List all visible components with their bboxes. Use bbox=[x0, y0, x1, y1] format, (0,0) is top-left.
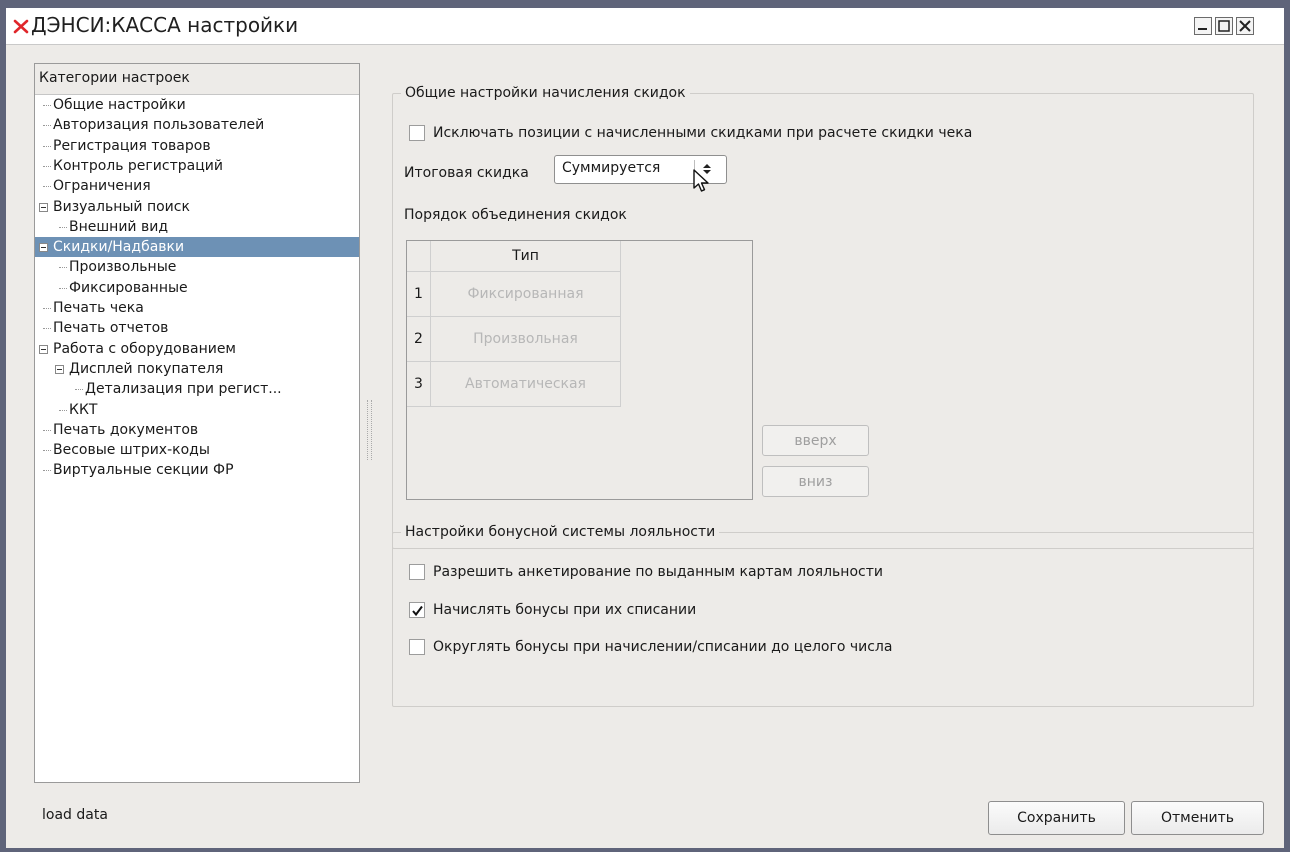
total-discount-label: Итоговая скидка bbox=[404, 165, 529, 181]
tree-item-label: Контроль регистраций bbox=[53, 157, 223, 174]
tree-item-label: Работа с оборудованием bbox=[53, 340, 236, 357]
tree-item[interactable]: ККТ bbox=[35, 400, 359, 420]
tree-connector bbox=[59, 226, 67, 228]
move-down-button[interactable]: вниз bbox=[762, 466, 869, 497]
tree-item[interactable]: Дисплей покупателя bbox=[35, 359, 359, 379]
title-bar[interactable]: ДЭНСИ:КАССА настройки bbox=[6, 8, 1284, 45]
tree-connector bbox=[43, 328, 51, 330]
tree-item[interactable]: Ограничения bbox=[35, 176, 359, 196]
row-number: 1 bbox=[407, 272, 431, 317]
collapse-icon[interactable] bbox=[39, 202, 48, 212]
discount-order-table[interactable]: Тип 1 Фиксированная 2 Произвольная 3 Авт… bbox=[406, 240, 753, 500]
row-number: 2 bbox=[407, 317, 431, 362]
tree-item-label: ККТ bbox=[69, 401, 98, 418]
tree-connector bbox=[43, 145, 51, 147]
total-discount-value: Суммируется bbox=[562, 160, 661, 176]
tree-item-label: Визуальный поиск bbox=[53, 198, 190, 215]
app-x-icon bbox=[13, 19, 29, 34]
tree-item[interactable]: Печать чека bbox=[35, 298, 359, 318]
close-icon bbox=[1239, 20, 1251, 32]
tree-item-label: Детализация при регист... bbox=[85, 381, 282, 398]
tree-item[interactable]: Работа с оборудованием bbox=[35, 339, 359, 359]
tree-item-label: Ограничения bbox=[53, 178, 151, 195]
tree-connector bbox=[59, 267, 67, 269]
tree-item-label: Печать отчетов bbox=[53, 320, 169, 337]
tree-item-label: Печать чека bbox=[53, 300, 144, 316]
tree-connector bbox=[75, 389, 83, 391]
tree-connector bbox=[43, 308, 51, 309]
tree-connector bbox=[43, 450, 51, 452]
checkbox-box bbox=[409, 564, 425, 580]
tree-item[interactable]: Виртуальные секции ФР bbox=[35, 460, 359, 480]
collapse-icon[interactable] bbox=[55, 364, 64, 374]
tree-item-label: Произвольные bbox=[69, 259, 177, 276]
maximize-button[interactable] bbox=[1215, 17, 1233, 35]
tree-item-label: Внешний вид bbox=[69, 218, 169, 235]
tree-item-label: Авторизация пользователей bbox=[53, 117, 265, 134]
collapse-icon[interactable] bbox=[39, 344, 48, 354]
tree-connector bbox=[43, 429, 51, 431]
tree-item[interactable]: Печать документов bbox=[35, 420, 359, 440]
table-header-type: Тип bbox=[431, 241, 621, 272]
checkbox-box bbox=[409, 125, 425, 141]
tree-item[interactable]: Произвольные bbox=[35, 257, 359, 277]
merge-order-label: Порядок объединения скидок bbox=[404, 207, 627, 223]
tree-item[interactable]: Авторизация пользователей bbox=[35, 115, 359, 135]
tree-item[interactable]: Печать отчетов bbox=[35, 318, 359, 338]
tree-item-label: Печать документов bbox=[53, 421, 199, 438]
window-title: ДЭНСИ:КАССА настройки bbox=[31, 13, 299, 37]
tree-item-label: Весовые штрих-коды bbox=[53, 442, 210, 459]
tree-item[interactable]: Весовые штрих-коды bbox=[35, 440, 359, 460]
tree-connector bbox=[43, 165, 51, 167]
checkbox-box bbox=[409, 639, 425, 655]
checkbox-box bbox=[409, 602, 425, 618]
tree-connector bbox=[59, 287, 67, 289]
tree-connector bbox=[43, 470, 51, 472]
table-row[interactable]: Произвольная bbox=[431, 317, 621, 362]
tree-connector bbox=[43, 186, 51, 188]
close-button[interactable] bbox=[1236, 17, 1254, 35]
discounts-group-title: Общие настройки начисления скидок bbox=[401, 84, 690, 102]
tree-item-label: Дисплей покупателя bbox=[69, 360, 224, 377]
mouse-cursor-icon bbox=[693, 169, 709, 192]
categories-tree[interactable]: Категории настроек Общие настройки Автори… bbox=[34, 63, 360, 783]
settings-window: ДЭНСИ:КАССА настройки Категории настроек… bbox=[0, 0, 1290, 852]
tree-item[interactable]: Визуальный поиск bbox=[35, 197, 359, 217]
tree-item-label: Виртуальные секции ФР bbox=[53, 462, 234, 479]
collapse-icon[interactable] bbox=[39, 243, 48, 253]
table-corner bbox=[407, 241, 431, 272]
checkmark-icon bbox=[412, 605, 423, 617]
tree-item-label: Регистрация товаров bbox=[53, 137, 211, 154]
tree-item-label: Скидки/Надбавки bbox=[53, 239, 185, 256]
maximize-icon bbox=[1218, 20, 1230, 32]
move-up-button[interactable]: вверх bbox=[762, 425, 869, 456]
status-text: load data bbox=[42, 807, 108, 823]
save-button[interactable]: Сохранить bbox=[988, 801, 1125, 835]
tree-item[interactable]: Общие настройки bbox=[35, 95, 359, 115]
cancel-button[interactable]: Отменить bbox=[1131, 801, 1264, 835]
tree-item[interactable]: Внешний вид bbox=[35, 217, 359, 237]
tree-header: Категории настроек bbox=[35, 64, 359, 95]
tree-item-label: Фиксированные bbox=[69, 279, 188, 296]
splitter-handle[interactable] bbox=[367, 400, 372, 460]
tree-item[interactable]: Регистрация товаров bbox=[35, 136, 359, 156]
minimize-icon bbox=[1198, 28, 1207, 30]
bonus-group-title: Настройки бонусной системы лояльности bbox=[401, 523, 720, 541]
table-row[interactable]: Фиксированная bbox=[431, 272, 621, 317]
tree-item-label: Общие настройки bbox=[53, 97, 186, 113]
tree-item[interactable]: Контроль регистраций bbox=[35, 156, 359, 176]
tree-connector bbox=[43, 105, 51, 106]
tree-connector bbox=[59, 409, 67, 411]
window-content: Категории настроек Общие настройки Автори… bbox=[6, 45, 1284, 848]
tree-connector bbox=[43, 125, 51, 127]
tree-list: Общие настройки Авторизация пользователей… bbox=[35, 95, 359, 783]
row-number: 3 bbox=[407, 362, 431, 407]
tree-item[interactable]: Скидки/Надбавки bbox=[35, 237, 359, 258]
table-row[interactable]: Автоматическая bbox=[431, 362, 621, 407]
tree-item[interactable]: Фиксированные bbox=[35, 278, 359, 298]
tree-item[interactable]: Детализация при регист... bbox=[35, 379, 359, 399]
minimize-button[interactable] bbox=[1194, 17, 1212, 35]
